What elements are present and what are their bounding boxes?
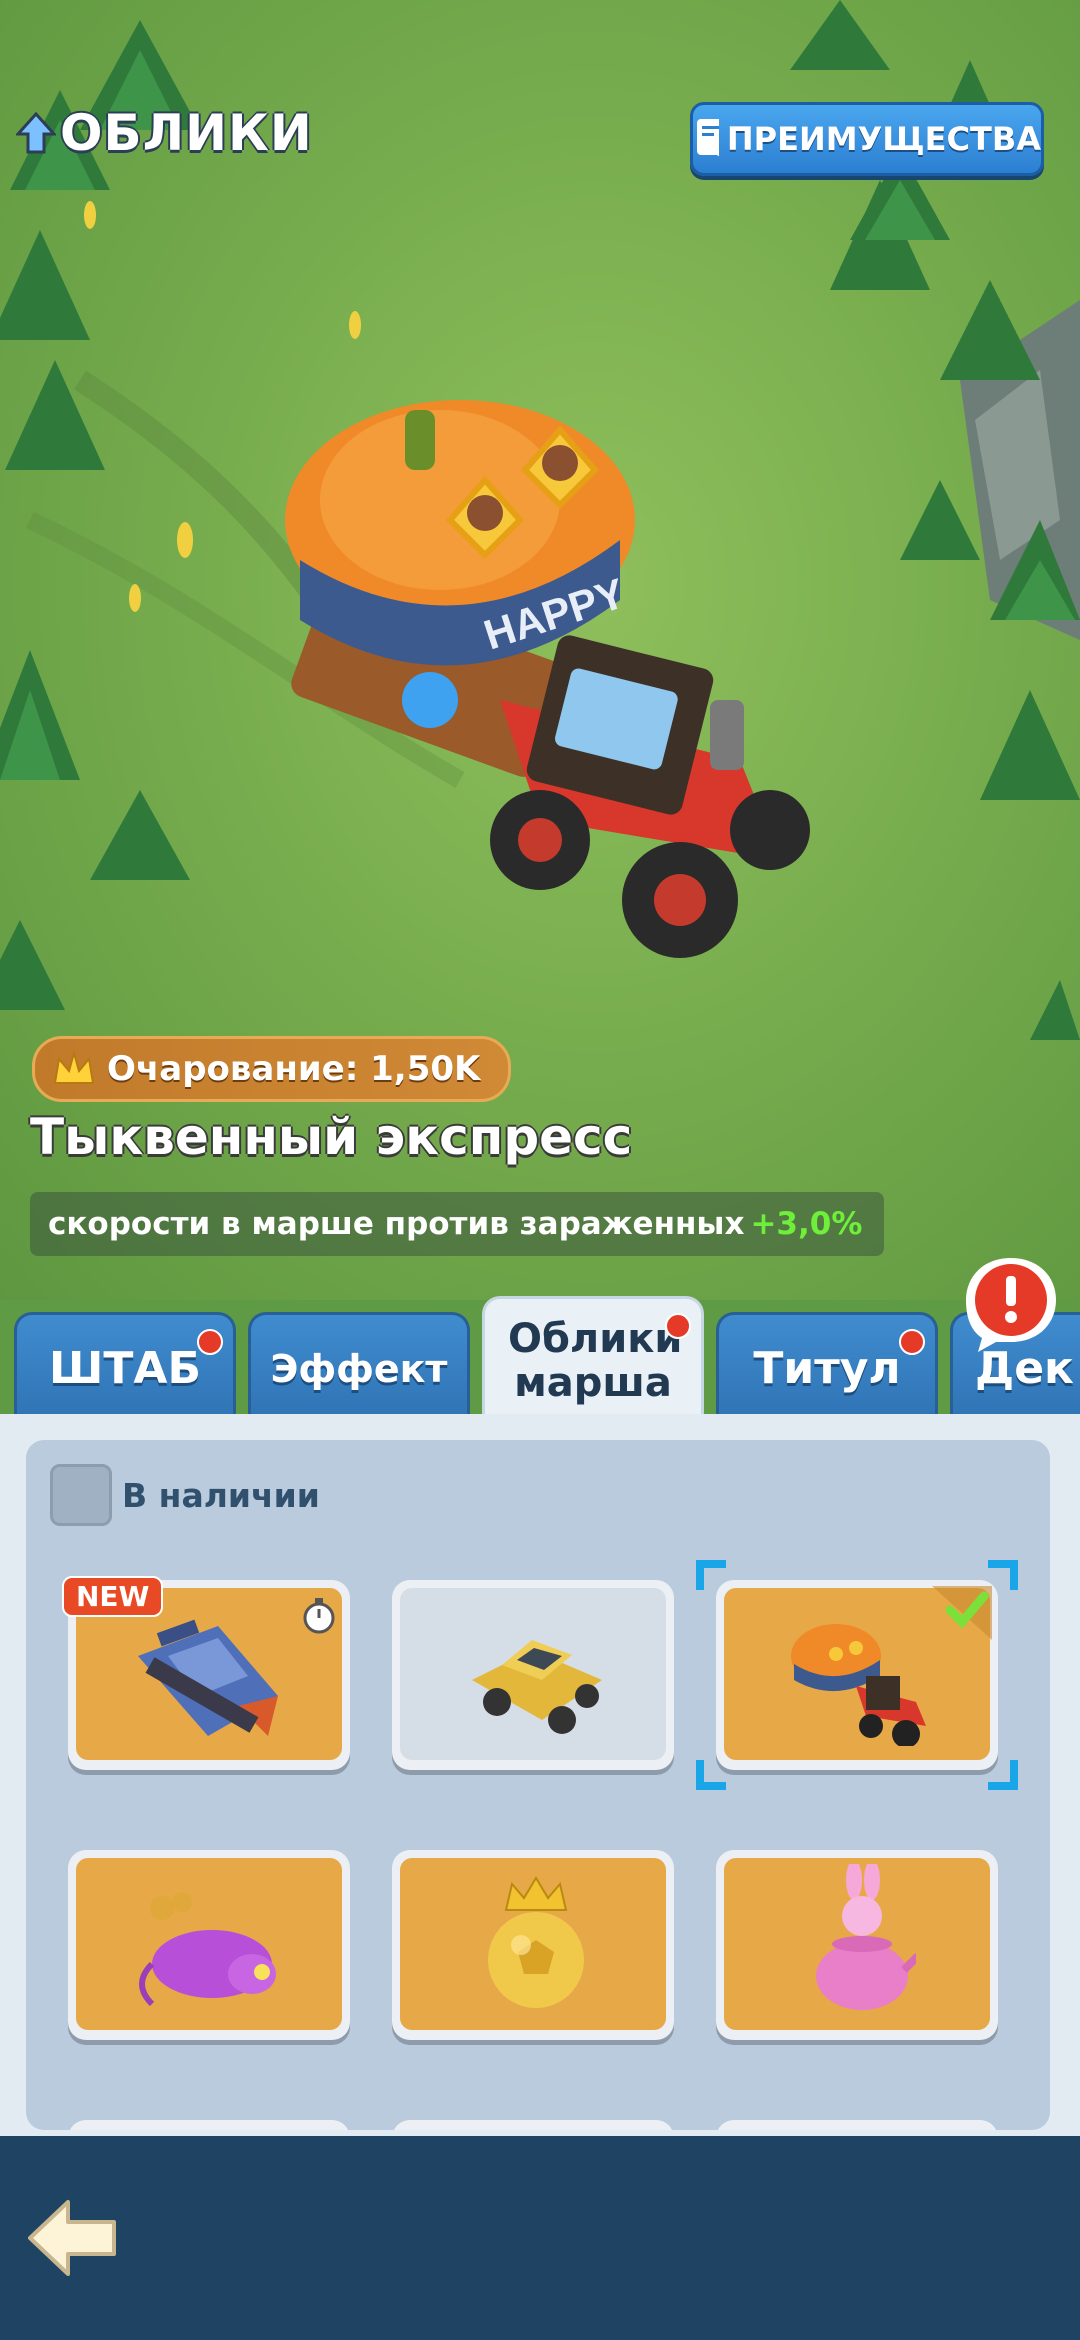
charm-badge: Очарование: 1,50K xyxy=(32,1036,512,1102)
jeep-skin-image xyxy=(472,1640,602,1734)
selection-frame xyxy=(696,1560,1018,1790)
bonus-text: скорости в марше против зараженных xyxy=(48,1206,745,1242)
game-scene: HAPPY xyxy=(0,0,1080,1300)
charm-label: Очарование: 1,50K xyxy=(107,1049,481,1089)
tab-title[interactable]: Титул xyxy=(716,1312,938,1422)
skin-card-jeep[interactable] xyxy=(392,1580,674,1770)
page-title: ОБЛИКИ xyxy=(16,104,313,162)
notification-dot xyxy=(197,1329,223,1355)
forest-background: HAPPY xyxy=(0,0,1080,1040)
notification-dot xyxy=(665,1313,691,1339)
available-filter[interactable]: В наличии xyxy=(50,1464,320,1526)
bottom-bar xyxy=(0,2136,1080,2340)
alert-icon[interactable] xyxy=(956,1254,1066,1354)
new-badge: NEW xyxy=(62,1576,164,1617)
tab-march-skins-label: Облики марша xyxy=(508,1315,683,1406)
golden-ball-crown-skin-image xyxy=(488,1876,584,2008)
skin-bonus: скорости в марше против зараженных +3,0% xyxy=(30,1192,885,1256)
tab-title-label: Титул xyxy=(753,1343,901,1394)
bunny-teapot-skin-image xyxy=(816,1864,916,2010)
tab-bar: ШТАБ Эффект Облики марша Титул Дек xyxy=(0,1258,1080,1422)
pumpkin-tractor-model: HAPPY xyxy=(285,400,810,958)
page-title-text: ОБЛИКИ xyxy=(60,104,313,162)
timer-icon xyxy=(303,1598,335,1634)
notification-dot xyxy=(899,1329,925,1355)
tab-march-skins[interactable]: Облики марша xyxy=(482,1296,704,1422)
purple-rat-skin-image xyxy=(139,1892,276,2007)
crown-icon xyxy=(53,1049,95,1084)
skin-card-purple-rat[interactable] xyxy=(68,1850,350,2040)
tab-effect-label: Эффект xyxy=(270,1346,448,1391)
bonus-value: +3,0% xyxy=(750,1206,863,1242)
back-arrow-icon[interactable] xyxy=(24,2188,124,2288)
skin-name: Тыквенный экспресс xyxy=(30,1108,633,1166)
skin-card-golden-ball[interactable] xyxy=(392,1850,674,2040)
skin-card-partial[interactable] xyxy=(68,2120,350,2130)
document-search-icon xyxy=(697,119,719,157)
skins-panel: В наличии NEW xyxy=(0,1414,1080,2136)
tank-skin-image xyxy=(138,1619,278,1736)
skin-card-partial[interactable] xyxy=(716,2120,998,2130)
available-label: В наличии xyxy=(122,1475,320,1515)
tree-icon xyxy=(16,112,56,154)
tab-hq[interactable]: ШТАБ xyxy=(14,1312,236,1422)
perks-button[interactable]: ПРЕИМУЩЕСТВА xyxy=(690,102,1044,176)
available-checkbox[interactable] xyxy=(50,1464,112,1526)
skins-panel-inner: В наличии NEW xyxy=(26,1440,1050,2130)
skin-card-partial[interactable] xyxy=(392,2120,674,2130)
skin-card-bunny-teapot[interactable] xyxy=(716,1850,998,2040)
skin-card-tank[interactable]: NEW xyxy=(62,1576,350,1770)
tab-effect[interactable]: Эффект xyxy=(248,1312,470,1422)
perks-button-label: ПРЕИМУЩЕСТВА xyxy=(726,120,1041,158)
tab-hq-label: ШТАБ xyxy=(49,1343,201,1394)
